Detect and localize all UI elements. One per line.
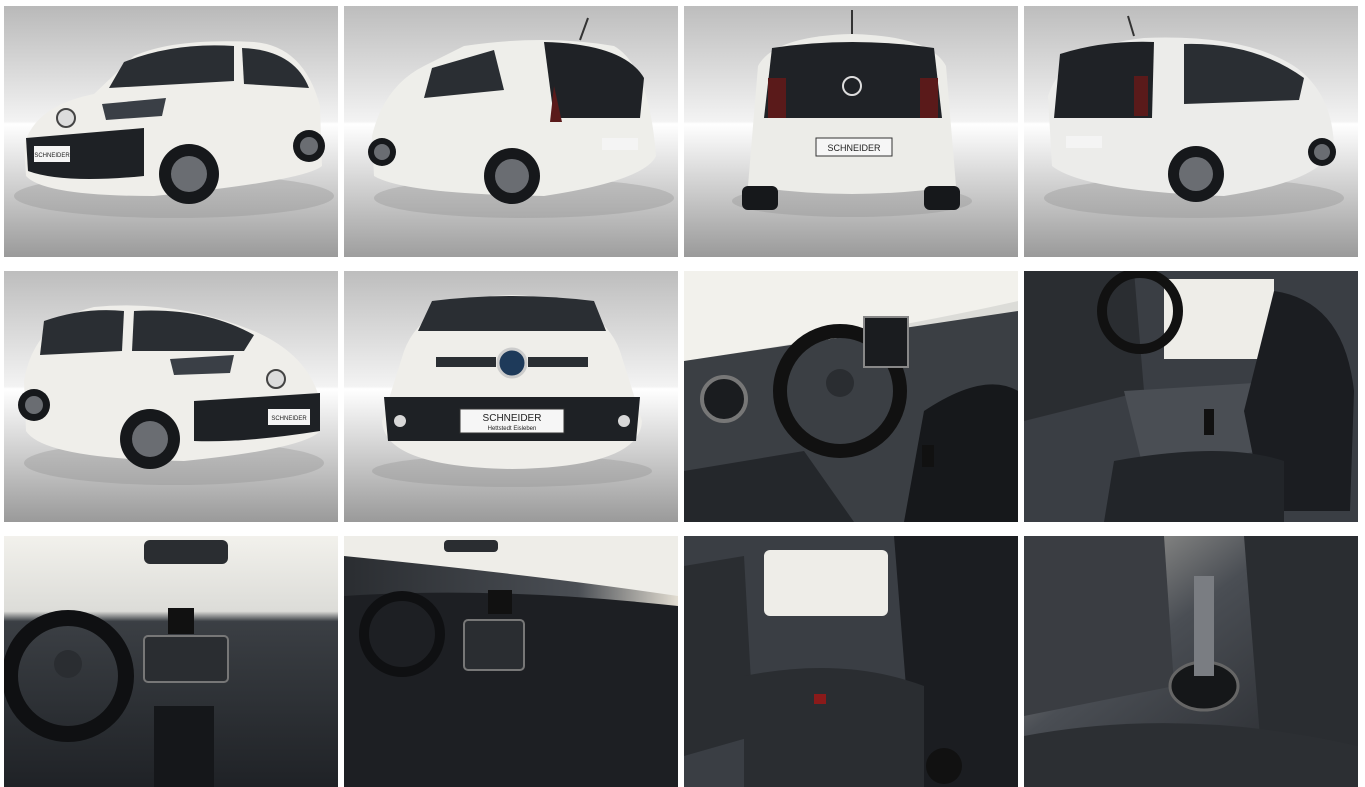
photo-center-console[interactable] — [1024, 536, 1358, 787]
photo-rear-right[interactable] — [1024, 6, 1358, 257]
plate-text: SCHNEIDER — [271, 416, 307, 422]
car-front-right-image: SCHNEIDER — [4, 271, 338, 522]
driver-seat-image — [1024, 271, 1358, 522]
car-front-left-image: SCHNEIDER — [4, 6, 338, 257]
plate-text: SCHNEIDER — [483, 413, 542, 424]
plate-subtext: Hettstedt Eisleben — [488, 426, 537, 432]
photo-rear-left[interactable] — [344, 6, 678, 257]
dashboard-side-image — [344, 536, 678, 787]
photo-front-left[interactable]: SCHNEIDER — [4, 6, 338, 257]
center-console-image — [1024, 536, 1358, 787]
rear-seats-image — [684, 536, 1018, 787]
car-front-image: SCHNEIDER Hettstedt Eisleben — [344, 271, 678, 522]
photo-dashboard-center[interactable] — [4, 536, 338, 787]
photo-driver-seat[interactable] — [1024, 271, 1358, 522]
plate-text: SCHNEIDER — [827, 143, 881, 153]
car-rear-left-image — [344, 6, 678, 257]
dashboard-center-image — [4, 536, 338, 787]
photo-dashboard-side[interactable] — [344, 536, 678, 787]
photo-front[interactable]: SCHNEIDER Hettstedt Eisleben — [344, 271, 678, 522]
photo-rear-seats[interactable] — [684, 536, 1018, 787]
dashboard-steering-image — [684, 271, 1018, 522]
photo-gallery: SCHNEIDER SCHNEIDER SCHNEIDER SCHNEIDER … — [4, 6, 1358, 787]
photo-front-right[interactable]: SCHNEIDER — [4, 271, 338, 522]
plate-text: SCHNEIDER — [34, 153, 70, 159]
car-rear-right-image — [1024, 6, 1358, 257]
photo-rear[interactable]: SCHNEIDER — [684, 6, 1018, 257]
car-rear-image: SCHNEIDER — [684, 6, 1018, 257]
photo-dashboard-steering[interactable] — [684, 271, 1018, 522]
